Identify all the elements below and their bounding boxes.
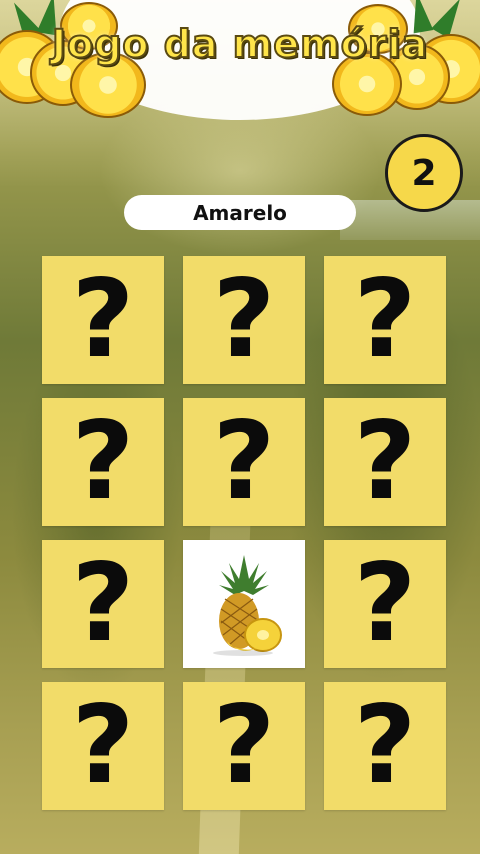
question-mark-icon: ?: [71, 399, 135, 524]
question-mark-icon: ?: [212, 683, 276, 808]
pineapple-icon: [213, 555, 282, 656]
memory-card[interactable]: ?: [183, 256, 305, 384]
target-word-label: Amarelo: [124, 195, 356, 230]
question-mark-icon: ?: [353, 257, 417, 382]
memory-card[interactable]: ?: [42, 682, 164, 810]
memory-card[interactable]: ?: [324, 682, 446, 810]
memory-card[interactable]: ?: [42, 540, 164, 668]
question-mark-icon: ?: [71, 257, 135, 382]
memory-card[interactable]: ?: [324, 398, 446, 526]
memory-card[interactable]: ?: [324, 256, 446, 384]
memory-card[interactable]: ?: [183, 398, 305, 526]
game-title: Jogo da memória: [51, 21, 429, 67]
header: Jogo da memória: [0, 0, 480, 120]
memory-card[interactable]: ?: [42, 256, 164, 384]
question-mark-icon: ?: [353, 541, 417, 666]
question-mark-icon: ?: [71, 683, 135, 808]
memory-card[interactable]: ?: [324, 540, 446, 668]
question-mark-icon: ?: [212, 399, 276, 524]
memory-card[interactable]: ?: [183, 682, 305, 810]
question-mark-icon: ?: [71, 541, 135, 666]
memory-card[interactable]: ?: [42, 398, 164, 526]
memory-card-revealed[interactable]: [183, 540, 305, 668]
question-mark-icon: ?: [353, 399, 417, 524]
score-badge: 2: [385, 134, 463, 212]
question-mark-icon: ?: [212, 257, 276, 382]
question-mark-icon: ?: [353, 683, 417, 808]
